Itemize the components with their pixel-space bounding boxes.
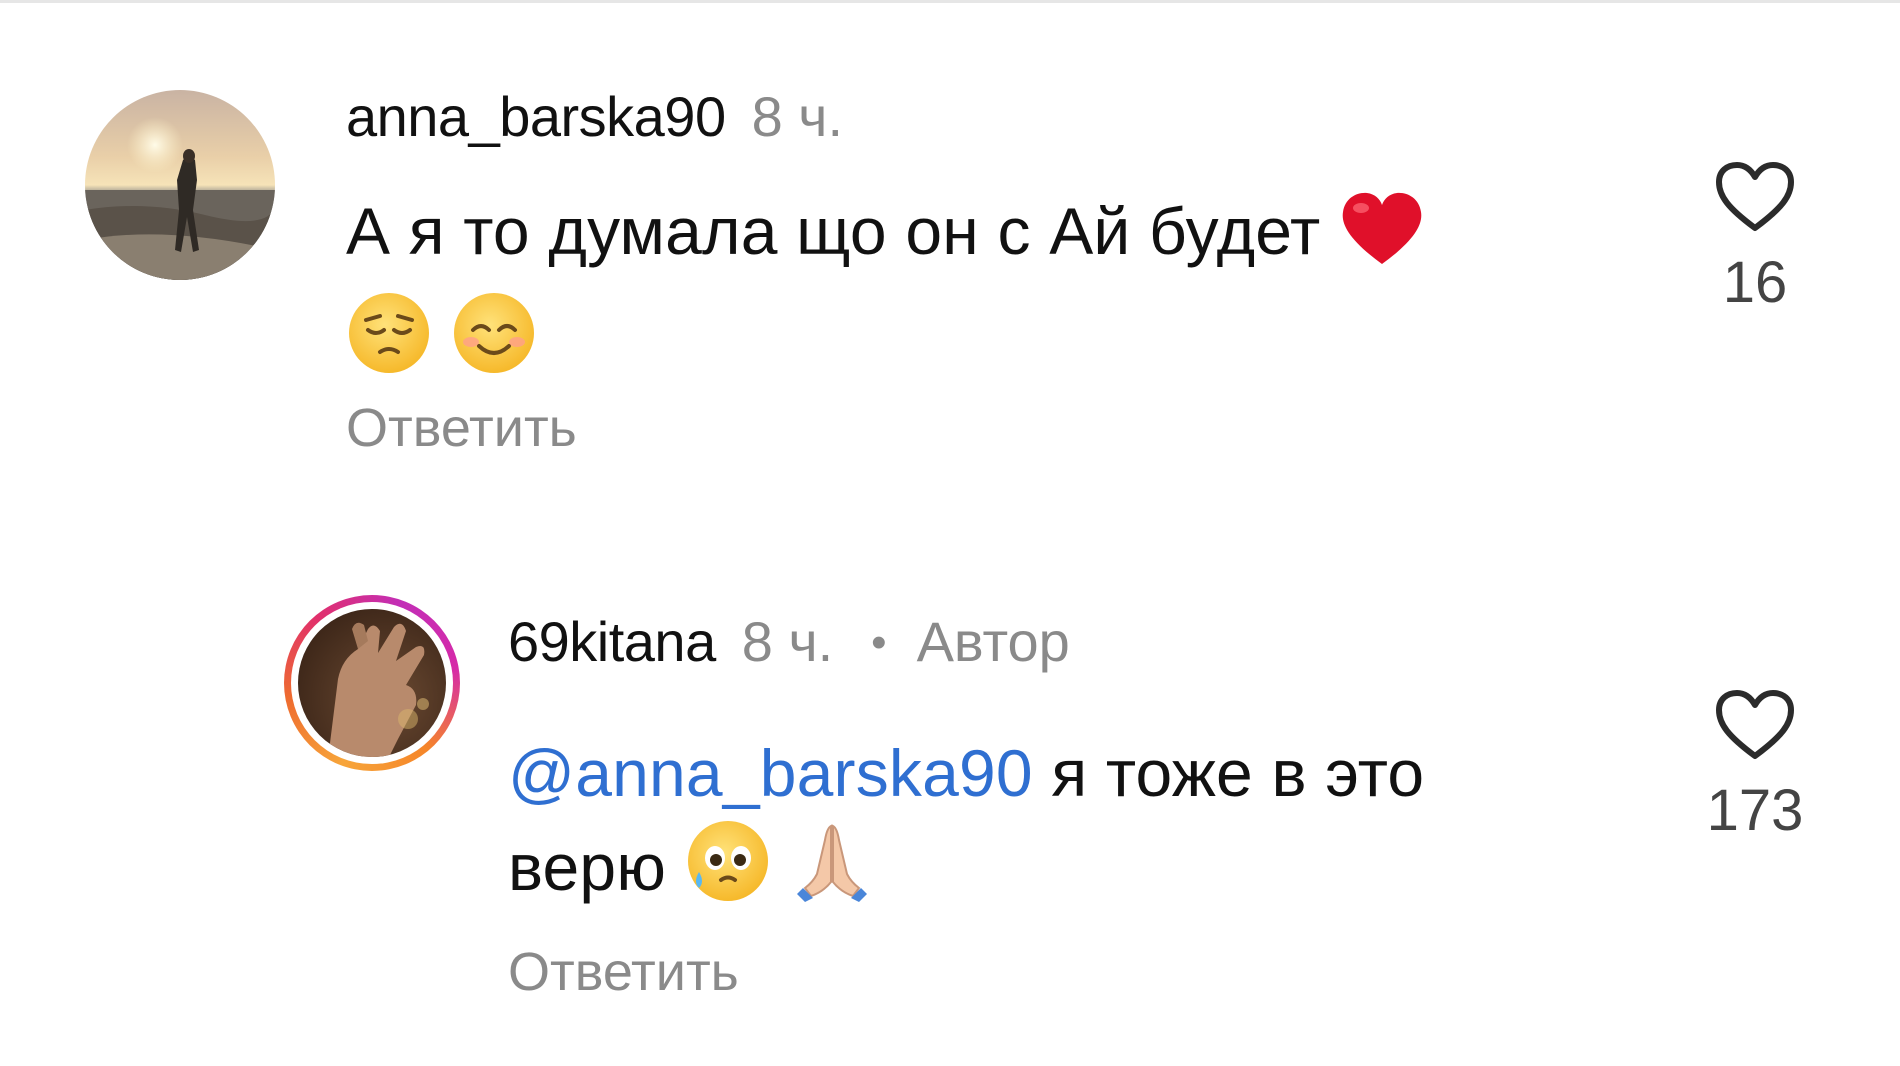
comment-text-line1: я тоже в это — [1032, 736, 1425, 810]
smiling-face-emoji-icon — [451, 290, 537, 398]
timestamp: 8 ч. — [741, 610, 834, 673]
avatar — [298, 609, 446, 757]
reply-button[interactable]: Ответить — [346, 396, 577, 460]
comment-text: А я то думала що он с Ай будет — [346, 186, 1596, 398]
face-holding-back-tears-emoji-icon — [685, 818, 771, 926]
folded-hands-emoji-icon — [789, 818, 875, 926]
story-ring[interactable] — [284, 595, 460, 771]
avatar-photo — [85, 90, 275, 280]
comment-meta: anna_barska90 8 ч. — [346, 84, 843, 150]
like-control: 173 — [1665, 688, 1845, 846]
comment-meta: 69kitana 8 ч. • Автор — [508, 609, 1070, 680]
mention-link[interactable]: @anna_barska90 — [508, 736, 1033, 810]
like-count: 16 — [1722, 250, 1788, 315]
avatar-photo — [298, 609, 446, 757]
comment-text-line2: верю — [508, 830, 667, 904]
author-badge: Автор — [916, 610, 1070, 673]
like-count: 173 — [1706, 778, 1804, 843]
avatar[interactable] — [85, 90, 275, 280]
like-control: 16 — [1665, 160, 1845, 318]
heart-emoji-icon — [1339, 190, 1425, 290]
timestamp: 8 ч. — [751, 85, 844, 148]
separator-dot: • — [871, 618, 887, 667]
comment-text: @anna_barska90 я тоже в это верю — [508, 728, 1658, 926]
top-divider — [0, 0, 1900, 3]
pensive-face-emoji-icon — [346, 290, 432, 398]
heart-outline-icon[interactable] — [1714, 160, 1796, 234]
heart-outline-icon[interactable] — [1714, 688, 1796, 762]
reply-button[interactable]: Ответить — [508, 940, 739, 1004]
username[interactable]: anna_barska90 — [346, 85, 726, 148]
comment-text-content: А я то думала що он с Ай будет — [346, 194, 1321, 268]
username[interactable]: 69kitana — [508, 610, 716, 673]
